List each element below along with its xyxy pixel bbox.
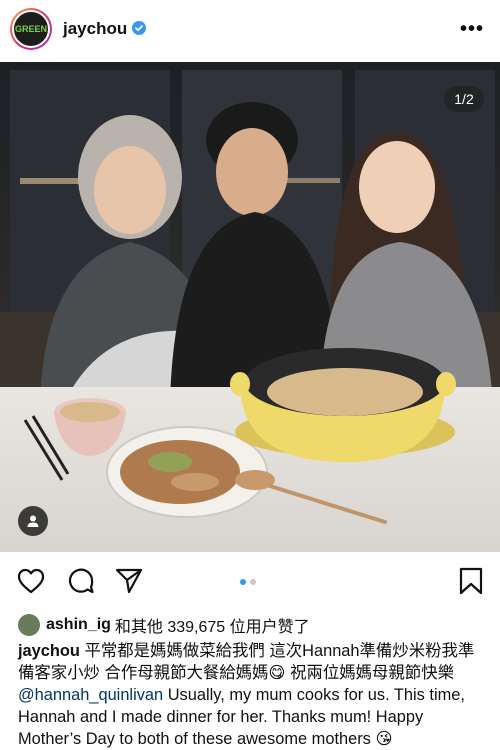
caption-emoji-yum: 😋 <box>268 664 286 682</box>
action-bar <box>0 560 500 604</box>
image-counter: 1/2 <box>444 86 484 112</box>
liker-avatar <box>18 614 40 636</box>
carousel-dot <box>250 579 256 585</box>
person-icon <box>27 515 39 527</box>
profile-avatar[interactable]: GREEN <box>10 8 52 50</box>
post-photo[interactable]: 1/2 <box>0 62 500 552</box>
yellow-pot <box>230 348 456 462</box>
likes-summary[interactable]: ashin_ig 和其他 339,675 位用户赞了 <box>18 612 310 638</box>
more-options-button[interactable]: ••• <box>460 18 484 41</box>
caption-emoji-kiss: 😘 <box>375 730 393 748</box>
liker-username[interactable]: ashin_ig <box>46 616 111 634</box>
avatar-image: GREEN <box>12 10 50 48</box>
post-caption: jaychou 平常都是媽媽做菜給我們 這次Hannah準備炒米粉我準備客家小炒… <box>18 640 490 750</box>
bookmark-icon[interactable] <box>456 566 486 596</box>
caption-text-2: 祝兩位媽媽母親節快樂 <box>285 664 454 682</box>
tagged-users-button[interactable] <box>18 506 48 536</box>
verified-icon <box>132 21 146 35</box>
comment-icon[interactable] <box>66 566 96 596</box>
carousel-dot-active <box>240 579 246 585</box>
carousel-indicator <box>240 579 256 585</box>
post-username[interactable]: jaychou <box>63 19 127 39</box>
photo-illustration <box>0 62 500 552</box>
heart-icon[interactable] <box>16 566 46 596</box>
caption-mention[interactable]: @hannah_quinlivan <box>18 686 163 704</box>
post-header: GREEN jaychou ••• <box>0 0 500 60</box>
caption-username[interactable]: jaychou <box>18 642 80 660</box>
share-icon[interactable] <box>114 566 144 596</box>
avatar-logo-text: GREEN <box>14 24 47 34</box>
likes-count-text: 和其他 339,675 位用户赞了 <box>114 619 310 636</box>
